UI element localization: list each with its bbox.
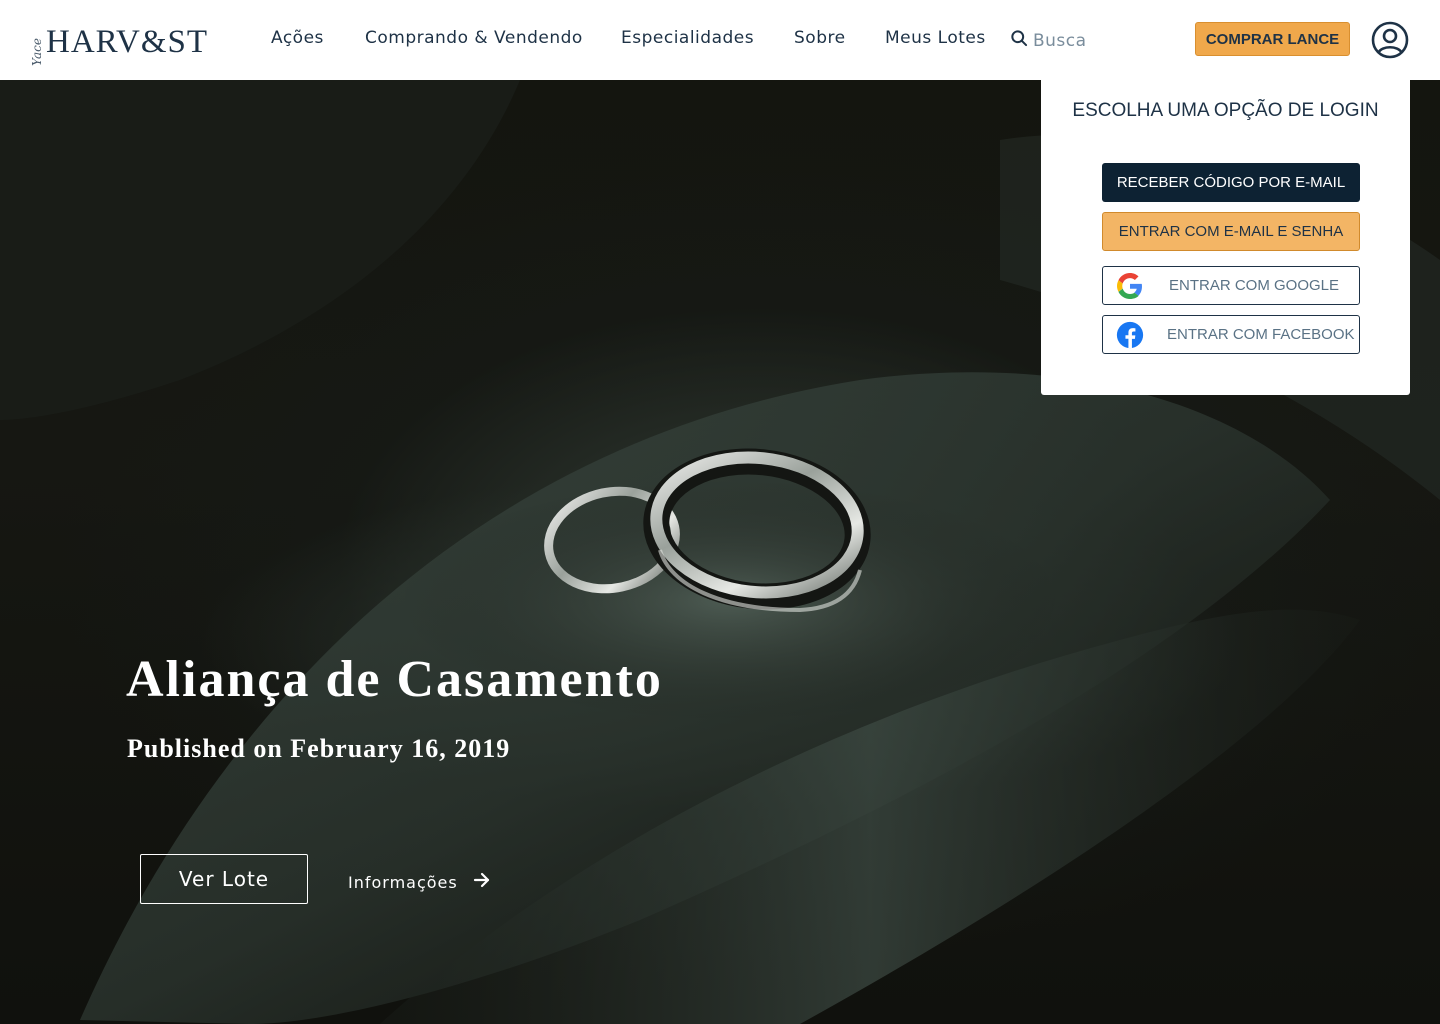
nav-item-sobre[interactable]: Sobre [794, 28, 846, 48]
search-label: Busca [1033, 30, 1087, 51]
nav-item-especialidades[interactable]: Especialidades [621, 28, 754, 48]
search-icon [1009, 28, 1029, 53]
email-password-button[interactable]: ENTRAR COM E-MAIL E SENHA [1102, 212, 1360, 251]
informacoes-label: Informações [348, 873, 458, 892]
hero-title: Aliança de Casamento [126, 651, 663, 708]
hero-subtitle: Published on February 16, 2019 [127, 734, 511, 763]
facebook-login-label: ENTRAR COM FACEBOOK [1167, 326, 1355, 343]
facebook-login-button[interactable]: ENTRAR COM FACEBOOK [1102, 315, 1360, 354]
google-login-label: ENTRAR COM GOOGLE [1169, 277, 1340, 294]
search-field[interactable]: Busca [1009, 28, 1087, 53]
ver-lote-button[interactable]: Ver Lote [140, 854, 308, 904]
nav-item-meus-lotes[interactable]: Meus Lotes [885, 28, 986, 48]
nav-item-acoes[interactable]: Ações [271, 28, 324, 48]
user-circle-icon[interactable] [1370, 20, 1410, 60]
email-code-button[interactable]: RECEBER CÓDIGO POR E-MAIL [1102, 163, 1360, 202]
comprar-lance-button[interactable]: COMPRAR LANCE [1195, 22, 1350, 56]
informacoes-link[interactable]: Informações [348, 870, 492, 895]
nav-item-comprando-vendendo[interactable]: Comprando & Vendendo [365, 28, 583, 48]
login-title: ESCOLHA UMA OPÇÃO DE LOGIN [1072, 100, 1379, 121]
google-login-button[interactable]: ENTRAR COM GOOGLE [1102, 266, 1360, 305]
arrow-right-icon [472, 870, 492, 895]
login-dropdown: ESCOLHA UMA OPÇÃO DE LOGIN RECEBER CÓDIG… [1041, 80, 1410, 395]
site-logo[interactable]: Yace HARV&ST [30, 22, 209, 66]
logo-script: Yace [30, 38, 44, 66]
google-icon [1116, 272, 1144, 300]
facebook-icon [1116, 321, 1144, 349]
logo-wordmark: HARV&ST [46, 24, 209, 60]
site-header: Yace HARV&ST Ações Comprando & Vendendo … [0, 0, 1440, 80]
